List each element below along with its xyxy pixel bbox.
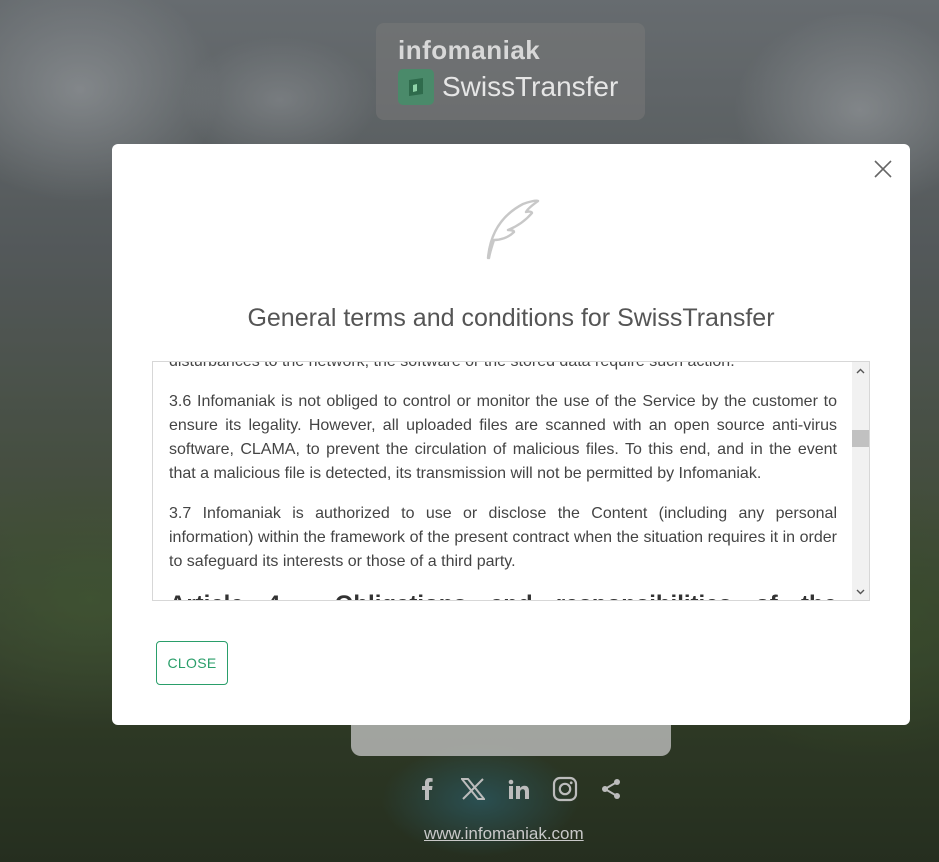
- company-logo-text: infomaniak: [398, 35, 541, 65]
- scroll-up-arrow-icon[interactable]: [852, 362, 869, 379]
- social-links: [413, 773, 625, 805]
- terms-paragraph-partial: disturbances to the network, the softwar…: [169, 361, 735, 370]
- infomaniak-website-link[interactable]: www.infomaniak.com: [424, 824, 584, 844]
- close-icon[interactable]: [872, 158, 894, 180]
- product-name: SwissTransfer: [442, 71, 619, 102]
- scroll-down-arrow-icon[interactable]: [852, 583, 869, 600]
- product-logo: SwissTransfer: [398, 69, 618, 105]
- facebook-icon[interactable]: [413, 773, 441, 805]
- terms-article-heading: Article 4 - Obligations and responsibili…: [169, 590, 837, 600]
- share-icon[interactable]: [597, 773, 625, 805]
- terms-scroll-area[interactable]: disturbances to the network, the softwar…: [152, 361, 870, 601]
- swisstransfer-logo-icon: [398, 69, 434, 105]
- terms-paragraph-3-6: 3.6 Infomaniak is not obliged to control…: [169, 393, 837, 482]
- terms-content: disturbances to the network, the softwar…: [169, 361, 837, 600]
- feather-icon: [478, 196, 544, 262]
- terms-modal: General terms and conditions for SwissTr…: [112, 144, 910, 725]
- brand-card: infomaniak SwissTransfer: [376, 23, 645, 120]
- close-button[interactable]: CLOSE: [156, 641, 228, 685]
- x-icon[interactable]: [459, 773, 487, 805]
- modal-title: General terms and conditions for SwissTr…: [247, 304, 775, 332]
- terms-paragraph-3-7: 3.7 Infomaniak is authorized to use or d…: [169, 505, 837, 570]
- terms-scrollbar[interactable]: [852, 362, 869, 600]
- scrollbar-thumb[interactable]: [852, 430, 869, 447]
- instagram-icon[interactable]: [551, 773, 579, 805]
- linkedin-icon[interactable]: [505, 773, 533, 805]
